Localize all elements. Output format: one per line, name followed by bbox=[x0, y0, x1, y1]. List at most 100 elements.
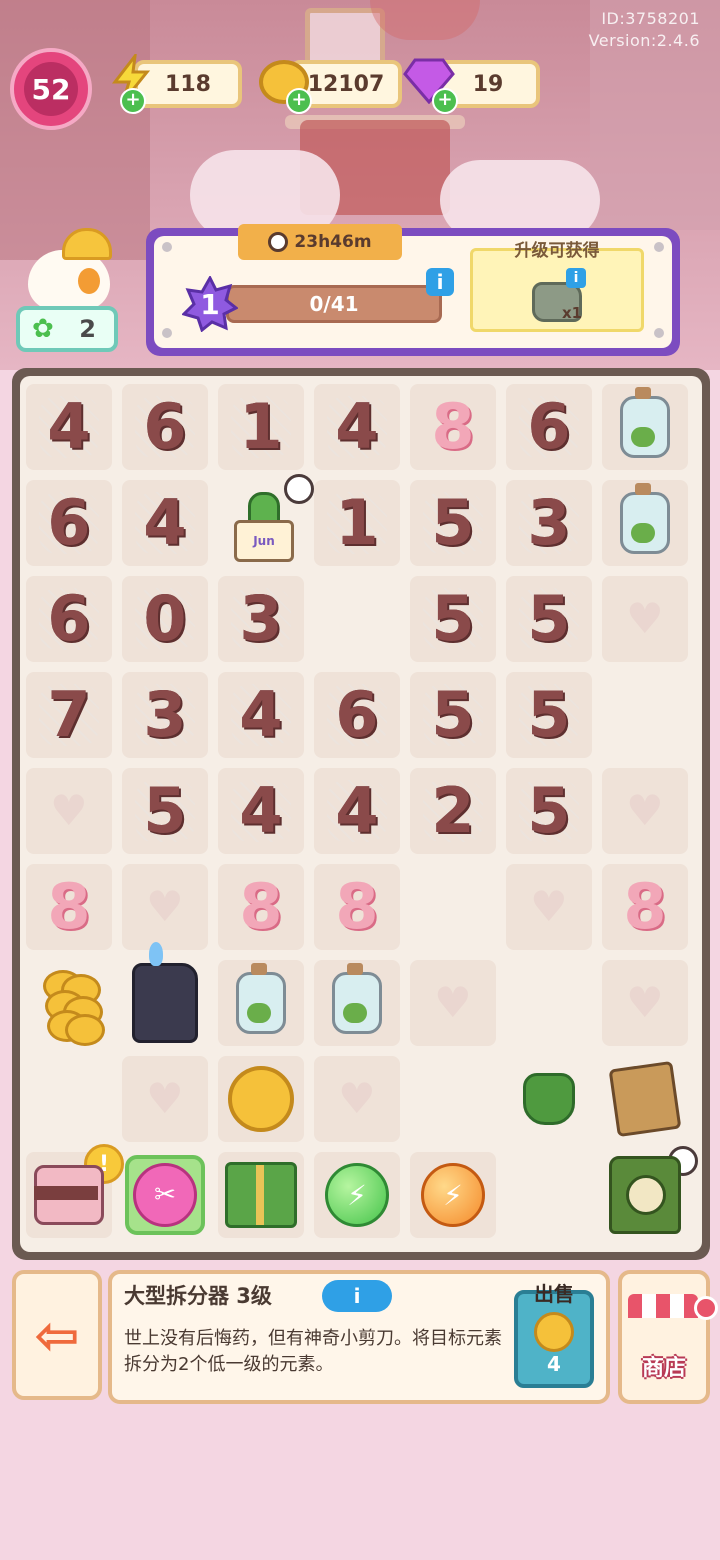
board-cell-empty[interactable] bbox=[410, 864, 496, 950]
board-cell-gift[interactable] bbox=[218, 1152, 304, 1238]
board-cell-locked[interactable]: ♥ bbox=[410, 960, 496, 1046]
board-cell-orange-orb[interactable]: ⚡ bbox=[410, 1152, 496, 1238]
board-cell-lighter[interactable] bbox=[122, 942, 208, 1046]
board-cell-number-balloon[interactable]: 8 bbox=[602, 864, 688, 950]
exit-button[interactable]: ⇦ bbox=[12, 1270, 102, 1400]
heart-icon: ♥ bbox=[626, 978, 664, 1027]
quest-info-button[interactable]: i bbox=[426, 268, 454, 296]
webbed-number-item: 7 bbox=[39, 684, 99, 746]
webbed-number-item: 1 bbox=[327, 492, 387, 554]
number-balloon-item: 8 bbox=[431, 390, 475, 463]
webbed-number-item: 3 bbox=[519, 492, 579, 554]
board-cell-locked[interactable]: ♥ bbox=[26, 768, 112, 854]
board-cell-locked[interactable]: ♥ bbox=[506, 864, 592, 950]
board-cell-webbed-number[interactable]: 6 bbox=[122, 384, 208, 470]
board-cell-locked[interactable]: ♥ bbox=[602, 768, 688, 854]
board-cell-slime-jar-2[interactable] bbox=[314, 960, 400, 1046]
board-cell-webbed-number[interactable]: 3 bbox=[122, 672, 208, 758]
shop-button[interactable] bbox=[618, 1270, 710, 1404]
board-cell-webbed-number[interactable]: 5 bbox=[410, 576, 496, 662]
board-cell-empty[interactable] bbox=[410, 1056, 496, 1142]
board-cell-number-balloon[interactable]: 8 bbox=[410, 384, 496, 470]
reward-info-button[interactable]: i bbox=[566, 268, 586, 288]
board-cell-cake[interactable]: ! bbox=[26, 1144, 124, 1238]
board-cell-number-balloon[interactable]: 8 bbox=[314, 864, 400, 950]
add-coins-button[interactable]: + bbox=[286, 88, 312, 114]
board-cell-locked[interactable]: ♥ bbox=[314, 1056, 400, 1142]
board-cell-webbed-number[interactable]: 5 bbox=[410, 672, 496, 758]
coin-value: 12107 bbox=[307, 71, 385, 97]
board-cell-webbed-number[interactable]: 1 bbox=[314, 480, 400, 566]
webbed-number-item: 6 bbox=[327, 684, 387, 746]
clover-star-icon: ✿ bbox=[32, 314, 54, 344]
webbed-number-item: 6 bbox=[39, 588, 99, 650]
board-cell-locked[interactable]: ♥ bbox=[122, 864, 208, 950]
board-cell-webbed-number[interactable]: 6 bbox=[26, 480, 112, 566]
board-cell-empty[interactable] bbox=[506, 960, 592, 1046]
board-cell-scissor[interactable]: ✂ bbox=[122, 1152, 208, 1238]
board-cell-empty[interactable] bbox=[506, 1152, 592, 1238]
heart-icon: ♥ bbox=[50, 786, 88, 835]
board-cell-empty[interactable] bbox=[602, 672, 688, 758]
add-gems-button[interactable]: + bbox=[432, 88, 458, 114]
board-cell-webbed-number[interactable]: 2 bbox=[410, 768, 496, 854]
board-cell-big-coin[interactable] bbox=[218, 1056, 304, 1142]
board-cell-webbed-number[interactable]: 3 bbox=[506, 480, 592, 566]
board-cell-number-balloon[interactable]: 8 bbox=[218, 864, 304, 950]
board-cell-slime-jar[interactable] bbox=[218, 960, 304, 1046]
player-level-badge[interactable]: 52 bbox=[10, 48, 92, 130]
board-cell-bulb-bottle[interactable] bbox=[602, 480, 688, 566]
board-cell-coin-stack[interactable] bbox=[26, 960, 112, 1046]
board-cell-empty[interactable] bbox=[26, 1056, 112, 1142]
board-cell-webbed-number[interactable]: 6 bbox=[506, 384, 592, 470]
quest-progress-text: 0/41 bbox=[309, 292, 359, 316]
board-cell-clock-box[interactable] bbox=[602, 1146, 698, 1238]
board-cell-webbed-number[interactable]: 4 bbox=[122, 480, 208, 566]
board-cell-green-orb[interactable]: ⚡ bbox=[314, 1152, 400, 1238]
cake-icon bbox=[34, 1165, 104, 1225]
add-energy-button[interactable]: + bbox=[120, 88, 146, 114]
board-cell-webbed-number[interactable]: 1 bbox=[218, 384, 304, 470]
board-cell-webbed-number[interactable]: 6 bbox=[26, 576, 112, 662]
board-cell-webbed-number[interactable]: 4 bbox=[314, 384, 400, 470]
board-cell-picture-frame[interactable] bbox=[602, 1056, 688, 1142]
board-cell-webbed-number[interactable]: 5 bbox=[410, 480, 496, 566]
player-level-number: 52 bbox=[24, 62, 78, 116]
board-cell-money-bag[interactable] bbox=[506, 1056, 592, 1142]
board-cell-webbed-number[interactable]: 3 bbox=[218, 576, 304, 662]
board-cell-webbed-number[interactable]: 4 bbox=[314, 768, 400, 854]
board-cell-locked[interactable]: ♥ bbox=[602, 576, 688, 662]
clock-box-icon bbox=[609, 1156, 681, 1234]
webbed-number-item: 3 bbox=[135, 684, 195, 746]
board-cell-webbed-number[interactable]: 4 bbox=[26, 384, 112, 470]
bolt-decor bbox=[654, 328, 664, 338]
webbed-number-item: 5 bbox=[423, 684, 483, 746]
board-cell-webbed-number[interactable]: 4 bbox=[218, 768, 304, 854]
board-cell-locked[interactable]: ♥ bbox=[602, 960, 688, 1046]
sell-coin-icon bbox=[534, 1312, 574, 1352]
cactus-plant-icon: Jun bbox=[230, 484, 294, 562]
item-info-button[interactable]: i bbox=[322, 1280, 392, 1312]
board-cell-number-balloon[interactable]: 8 bbox=[26, 864, 112, 950]
reward-count: x1 bbox=[562, 304, 583, 322]
quest-timer-text: 23h46m bbox=[294, 232, 372, 252]
board-cell-locked[interactable]: ♥ bbox=[122, 1056, 208, 1142]
version-text: Version:2.4.6 bbox=[588, 31, 700, 50]
board-cell-webbed-number[interactable]: 5 bbox=[122, 768, 208, 854]
gift-icon bbox=[225, 1162, 297, 1228]
shop-awning-icon bbox=[628, 1294, 698, 1318]
webbed-number-item: 5 bbox=[519, 780, 579, 842]
star-counter[interactable]: ✿ 2 bbox=[16, 306, 118, 352]
number-balloon-item: 8 bbox=[623, 870, 667, 943]
board-cell-webbed-number[interactable]: 5 bbox=[506, 672, 592, 758]
board-cell-cactus-plant[interactable]: Jun bbox=[218, 474, 314, 566]
board-cell-webbed-number[interactable]: 0 bbox=[122, 576, 208, 662]
board-cell-webbed-number[interactable]: 7 bbox=[26, 672, 112, 758]
board-cell-webbed-number[interactable]: 5 bbox=[506, 576, 592, 662]
board-cell-bulb-bottle[interactable] bbox=[602, 384, 688, 470]
board-cell-webbed-number[interactable]: 4 bbox=[218, 672, 304, 758]
lighter-icon bbox=[132, 942, 198, 1043]
board-cell-webbed-number[interactable]: 5 bbox=[506, 768, 592, 854]
board-cell-webbed-number[interactable]: 6 bbox=[314, 672, 400, 758]
board-cell-empty[interactable] bbox=[314, 576, 400, 662]
